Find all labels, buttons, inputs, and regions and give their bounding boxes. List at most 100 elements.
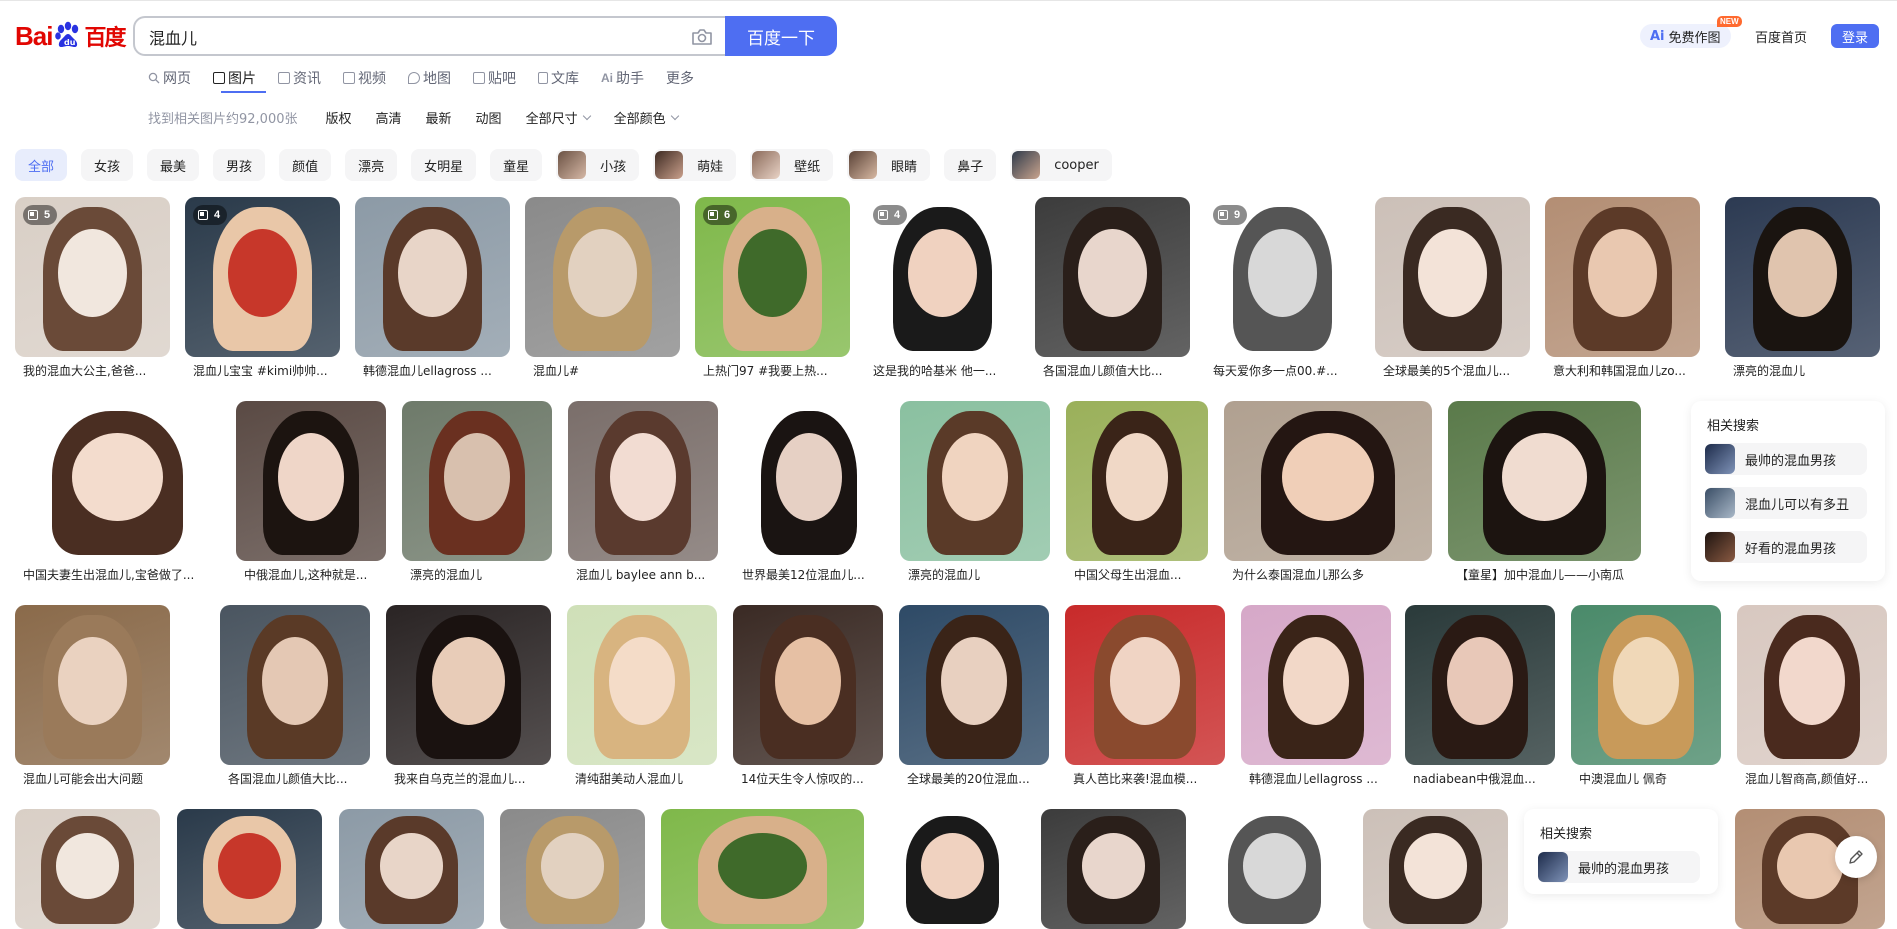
search-button[interactable]: 百度一下: [725, 16, 837, 56]
image-result[interactable]: [1737, 605, 1887, 765]
image-caption[interactable]: 上热门97 #我要上热...: [703, 362, 848, 379]
filter-hd[interactable]: 高清: [376, 108, 402, 127]
image-result[interactable]: [1041, 809, 1186, 929]
camera-icon[interactable]: [691, 28, 713, 46]
chip[interactable]: 鼻子: [944, 149, 997, 181]
related-item[interactable]: 好看的混血男孩: [1705, 531, 1867, 563]
image-result[interactable]: [880, 809, 1025, 929]
filter-animated[interactable]: 动图: [476, 108, 502, 127]
image-result[interactable]: [1571, 605, 1721, 765]
image-caption[interactable]: 混血儿#: [533, 362, 678, 379]
chip[interactable]: 漂亮: [345, 149, 398, 181]
image-caption[interactable]: 中国夫妻生出混血儿,宝爸做了...: [23, 566, 218, 583]
image-result[interactable]: [15, 809, 160, 929]
chip[interactable]: cooper: [1010, 149, 1112, 181]
image-result[interactable]: [339, 809, 484, 929]
image-caption[interactable]: 清纯甜美动人混血儿: [575, 770, 715, 787]
image-result[interactable]: 4: [865, 197, 1020, 357]
image-result[interactable]: 9: [1205, 197, 1360, 357]
tab-web[interactable]: 网页: [148, 68, 191, 88]
tab-map[interactable]: 地图: [408, 68, 451, 88]
image-result[interactable]: [661, 809, 864, 929]
tab-wenku[interactable]: 文库: [538, 68, 579, 88]
image-caption[interactable]: 中国父母生出混血...: [1074, 566, 1206, 583]
image-caption[interactable]: 每天爱你多一点00.#...: [1213, 362, 1358, 379]
image-caption[interactable]: 各国混血儿颜值大比...: [1043, 362, 1188, 379]
edit-pen-button[interactable]: [1835, 836, 1877, 878]
image-caption[interactable]: 漂亮的混血儿: [1733, 362, 1878, 379]
chip[interactable]: 最美: [147, 149, 200, 181]
image-result[interactable]: [734, 401, 884, 561]
image-result[interactable]: [1448, 401, 1641, 561]
chip[interactable]: 女孩: [81, 149, 134, 181]
chip-all[interactable]: 全部: [15, 149, 68, 181]
related-item[interactable]: 最帅的混血男孩: [1705, 443, 1867, 475]
image-caption[interactable]: 混血儿智商高,颜值好...: [1745, 770, 1885, 787]
image-result[interactable]: 6: [695, 197, 850, 357]
image-result[interactable]: [1545, 197, 1700, 357]
image-result[interactable]: [1241, 605, 1391, 765]
image-result[interactable]: [525, 197, 680, 357]
image-caption[interactable]: 真人芭比来袭!混血模...: [1073, 770, 1223, 787]
chip[interactable]: 萌娃: [653, 149, 737, 181]
image-caption[interactable]: 韩德混血儿ellagross ...: [363, 362, 508, 379]
image-result[interactable]: [500, 809, 645, 929]
tab-more[interactable]: 更多: [666, 68, 694, 88]
image-caption[interactable]: 中俄混血儿,这种就是...: [244, 566, 384, 583]
image-result[interactable]: [1375, 197, 1530, 357]
image-caption[interactable]: 混血儿 baylee ann b...: [576, 566, 716, 583]
image-result[interactable]: [177, 809, 322, 929]
image-result[interactable]: [15, 401, 220, 561]
image-result[interactable]: [568, 401, 718, 561]
image-caption[interactable]: 全球最美的5个混血儿...: [1383, 362, 1528, 379]
image-result[interactable]: 5: [15, 197, 170, 357]
chip[interactable]: 女明星: [411, 149, 477, 181]
image-result[interactable]: [220, 605, 370, 765]
image-result[interactable]: [733, 605, 883, 765]
image-caption[interactable]: 我的混血大公主,爸爸...: [23, 362, 168, 379]
image-caption[interactable]: 混血儿可能会出大问题: [23, 770, 168, 787]
image-caption[interactable]: 各国混血儿颜值大比...: [228, 770, 368, 787]
filter-size-dropdown[interactable]: 全部尺寸: [526, 108, 591, 127]
image-caption[interactable]: 混血儿宝宝 #kimi帅帅...: [193, 362, 338, 379]
image-result[interactable]: [1363, 809, 1508, 929]
chip[interactable]: 颜值: [279, 149, 332, 181]
image-result[interactable]: [1725, 197, 1880, 357]
ai-draw-button[interactable]: Ai 免费作图: [1640, 24, 1731, 48]
image-result[interactable]: [236, 401, 386, 561]
image-result[interactable]: [1066, 401, 1208, 561]
tab-images[interactable]: 图片: [213, 68, 256, 88]
image-result[interactable]: [1405, 605, 1555, 765]
image-caption[interactable]: 韩德混血儿ellagross ...: [1249, 770, 1389, 787]
image-result[interactable]: [355, 197, 510, 357]
image-result[interactable]: [1202, 809, 1347, 929]
image-caption[interactable]: 【童星】加中混血儿——小南瓜: [1456, 566, 1639, 583]
image-result[interactable]: [386, 605, 551, 765]
image-caption[interactable]: 为什么泰国混血儿那么多: [1232, 566, 1430, 583]
baidu-logo[interactable]: Bai du 百度: [15, 18, 126, 54]
login-button[interactable]: 登录: [1831, 24, 1879, 48]
filter-latest[interactable]: 最新: [426, 108, 452, 127]
image-result[interactable]: [900, 401, 1050, 561]
home-link[interactable]: 百度首页: [1755, 27, 1807, 46]
image-result[interactable]: [899, 605, 1049, 765]
chip[interactable]: 壁纸: [750, 149, 834, 181]
image-result[interactable]: [1035, 197, 1190, 357]
chip[interactable]: 眼睛: [847, 149, 931, 181]
image-caption[interactable]: 意大利和韩国混血儿zo...: [1553, 362, 1698, 379]
image-result[interactable]: 4: [185, 197, 340, 357]
image-caption[interactable]: 我来自乌克兰的混血儿...: [394, 770, 549, 787]
chip[interactable]: 男孩: [213, 149, 266, 181]
chip[interactable]: 小孩: [556, 149, 640, 181]
tab-video[interactable]: 视频: [343, 68, 386, 88]
image-caption[interactable]: 14位天生令人惊叹的...: [741, 770, 881, 787]
image-caption[interactable]: 漂亮的混血儿: [410, 566, 550, 583]
tab-assistant[interactable]: Ai 助手: [601, 68, 644, 88]
related-item[interactable]: 混血儿可以有多丑: [1705, 487, 1867, 519]
image-caption[interactable]: 中澳混血儿 佩奇: [1579, 770, 1719, 787]
image-result[interactable]: [15, 605, 170, 765]
related-item[interactable]: 最帅的混血男孩: [1538, 851, 1700, 883]
filter-color-dropdown[interactable]: 全部颜色: [614, 108, 679, 127]
chip[interactable]: 童星: [490, 149, 543, 181]
image-caption[interactable]: 这是我的哈基米 他一...: [873, 362, 1018, 379]
